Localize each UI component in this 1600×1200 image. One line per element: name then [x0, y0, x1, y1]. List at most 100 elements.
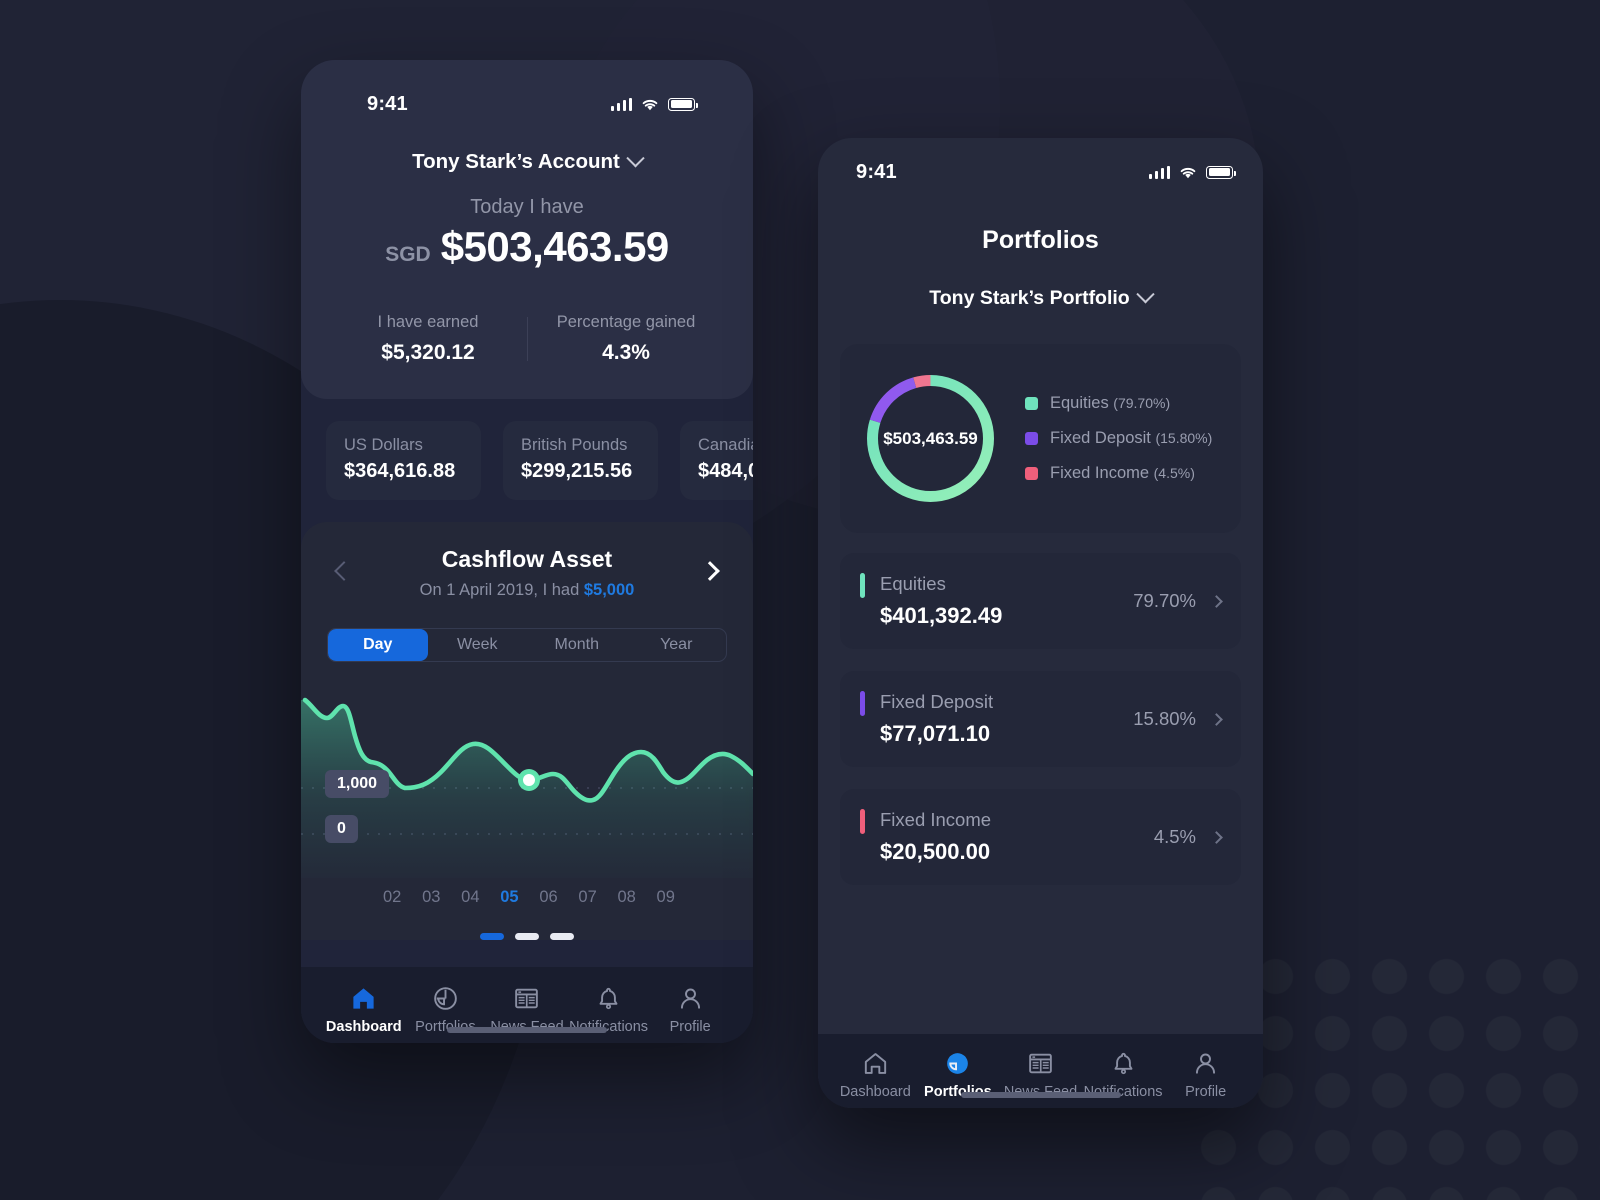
account-selector[interactable]: Tony Stark’s Account — [329, 148, 725, 174]
battery-icon — [668, 97, 698, 111]
stat-percentage-gained: Percentage gained 4.3% — [527, 313, 725, 365]
row-color-bar — [860, 809, 865, 834]
wifi-icon — [1180, 167, 1196, 178]
range-tab-week[interactable]: Week — [428, 629, 528, 661]
tab-profile[interactable]: Profile — [649, 985, 731, 1035]
range-tab-day[interactable]: Day — [328, 629, 428, 661]
chevron-right-icon[interactable] — [1210, 830, 1223, 844]
x-axis: 02 03 04 05 06 07 08 09 — [327, 878, 727, 907]
legend-label: Fixed Income — [1050, 464, 1150, 482]
currency-label: Canadian — [698, 436, 753, 454]
balance-amount: $503,463.59 — [440, 223, 670, 270]
row-amount: $20,500.00 — [880, 839, 991, 864]
phone-portfolios: 9:41 Portfolios Tony Stark’s Portfolio $… — [818, 138, 1263, 1108]
legend-item-equities: Equities (79.70%) — [1025, 394, 1212, 413]
bottom-tab-bar[interactable]: Dashboard Portfolios News Feed — [301, 967, 753, 1043]
x-tick: 08 — [617, 888, 636, 906]
stat-label: Percentage gained — [556, 313, 696, 331]
list-item[interactable]: Equities $401,392.49 79.70% — [840, 553, 1241, 649]
chevron-down-icon — [1136, 285, 1155, 304]
bell-icon — [599, 987, 618, 1010]
signal-bars-icon — [610, 97, 632, 111]
range-tab-month[interactable]: Month — [527, 629, 627, 661]
row-color-bar — [860, 573, 865, 598]
legend-percent: (15.80%) — [1155, 430, 1213, 446]
row-name: Fixed Deposit — [880, 691, 994, 712]
x-tick: 06 — [539, 888, 558, 906]
bottom-tab-bar[interactable]: Dashboard Portfolios News Feed — [818, 1034, 1263, 1108]
pagination-dot[interactable] — [515, 933, 539, 940]
legend-item-fixed-deposit: Fixed Deposit (15.80%) — [1025, 429, 1212, 448]
x-tick: 02 — [383, 888, 402, 906]
currency-card[interactable]: US Dollars $364,616.88 — [326, 421, 481, 500]
legend-label: Fixed Deposit — [1050, 429, 1151, 447]
status-bar: 9:41 — [818, 138, 1263, 192]
carousel-pagination[interactable] — [327, 933, 727, 940]
stat-value: 4.3% — [602, 341, 650, 364]
y-axis-label-upper: 1,000 — [325, 770, 390, 798]
row-name: Equities — [880, 573, 946, 594]
chevron-right-icon[interactable] — [1210, 712, 1223, 726]
home-icon — [353, 988, 374, 1009]
cashflow-panel: Cashflow Asset On 1 April 2019, I had $5… — [301, 522, 753, 940]
currency-card-carousel[interactable]: US Dollars $364,616.88 British Pounds $2… — [301, 399, 753, 500]
currency-card[interactable]: British Pounds $299,215.56 — [503, 421, 658, 500]
portfolio-selector[interactable]: Tony Stark’s Portfolio — [818, 285, 1263, 310]
cashflow-subtitle-amount: $5,000 — [583, 581, 635, 599]
currency-value: $364,616.88 — [344, 460, 456, 482]
pagination-dot[interactable] — [550, 933, 574, 940]
person-icon — [1196, 1053, 1216, 1074]
currency-value: $484,01 — [698, 460, 753, 482]
balance-currency: SGD — [385, 243, 431, 266]
row-name: Fixed Income — [880, 809, 992, 830]
row-percent: 15.80% — [1133, 708, 1196, 729]
row-amount: $401,392.49 — [880, 603, 1003, 628]
legend-swatch — [1025, 467, 1038, 480]
range-segmented-control[interactable]: Day Week Month Year — [327, 628, 727, 662]
legend-swatch — [1025, 432, 1038, 445]
cashflow-area-chart[interactable]: 1,000 0 — [301, 688, 753, 878]
list-item[interactable]: Fixed Deposit $77,071.10 15.80% — [840, 671, 1241, 767]
tab-profile[interactable]: Profile — [1164, 1050, 1247, 1100]
tab-label: Profile — [669, 1019, 711, 1035]
balance-hero-card: 9:41 Tony Stark’s Account Today I have S… — [301, 60, 753, 399]
legend-percent: (79.70%) — [1113, 395, 1171, 411]
stat-label: I have earned — [377, 313, 479, 331]
allocation-donut-card: $503,463.59 Equities (79.70%) Fixed Depo… — [840, 344, 1241, 533]
y-axis-label-lower: 0 — [325, 815, 358, 843]
newspaper-icon — [1029, 1053, 1052, 1074]
battery-icon — [1206, 165, 1236, 179]
legend-percent: (4.5%) — [1153, 465, 1195, 481]
donut-chart[interactable]: $503,463.59 — [862, 370, 999, 507]
legend-label: Equities — [1050, 394, 1109, 412]
newspaper-icon — [515, 988, 539, 1009]
tab-label: Profile — [1185, 1084, 1227, 1100]
x-tick: 07 — [578, 888, 597, 906]
wifi-icon — [642, 99, 658, 110]
currency-value: $299,215.56 — [521, 460, 633, 482]
cashflow-subtitle: On 1 April 2019, I had $5,000 — [327, 581, 727, 600]
tab-label: Dashboard — [839, 1084, 911, 1100]
currency-label: US Dollars — [344, 436, 423, 454]
chevron-down-icon — [626, 148, 645, 167]
pagination-dot-active[interactable] — [480, 933, 504, 940]
page-title: Portfolios — [982, 226, 1099, 254]
legend-swatch — [1025, 397, 1038, 410]
home-indicator — [447, 1027, 607, 1033]
cashflow-subtitle-text: On 1 April 2019, I had — [419, 581, 584, 599]
balance-label: Today I have — [470, 196, 584, 218]
list-item[interactable]: Fixed Income $20,500.00 4.5% — [840, 789, 1241, 885]
row-amount: $77,071.10 — [880, 721, 991, 746]
row-percent: 4.5% — [1153, 826, 1196, 847]
stat-earned: I have earned $5,320.12 — [329, 313, 527, 365]
chevron-right-icon[interactable] — [1210, 594, 1223, 608]
donut-center-value: $503,463.59 — [883, 428, 978, 448]
signal-bars-icon — [1148, 165, 1170, 179]
tab-dashboard[interactable]: Dashboard — [323, 985, 405, 1035]
bell-icon — [1114, 1052, 1133, 1075]
donut-legend: Equities (79.70%) Fixed Deposit (15.80%)… — [1009, 394, 1212, 483]
currency-card[interactable]: Canadian $484,01 — [680, 421, 753, 500]
range-tab-year[interactable]: Year — [627, 629, 727, 661]
stats-row: I have earned $5,320.12 Percentage gaine… — [329, 313, 725, 365]
tab-dashboard[interactable]: Dashboard — [834, 1050, 917, 1100]
